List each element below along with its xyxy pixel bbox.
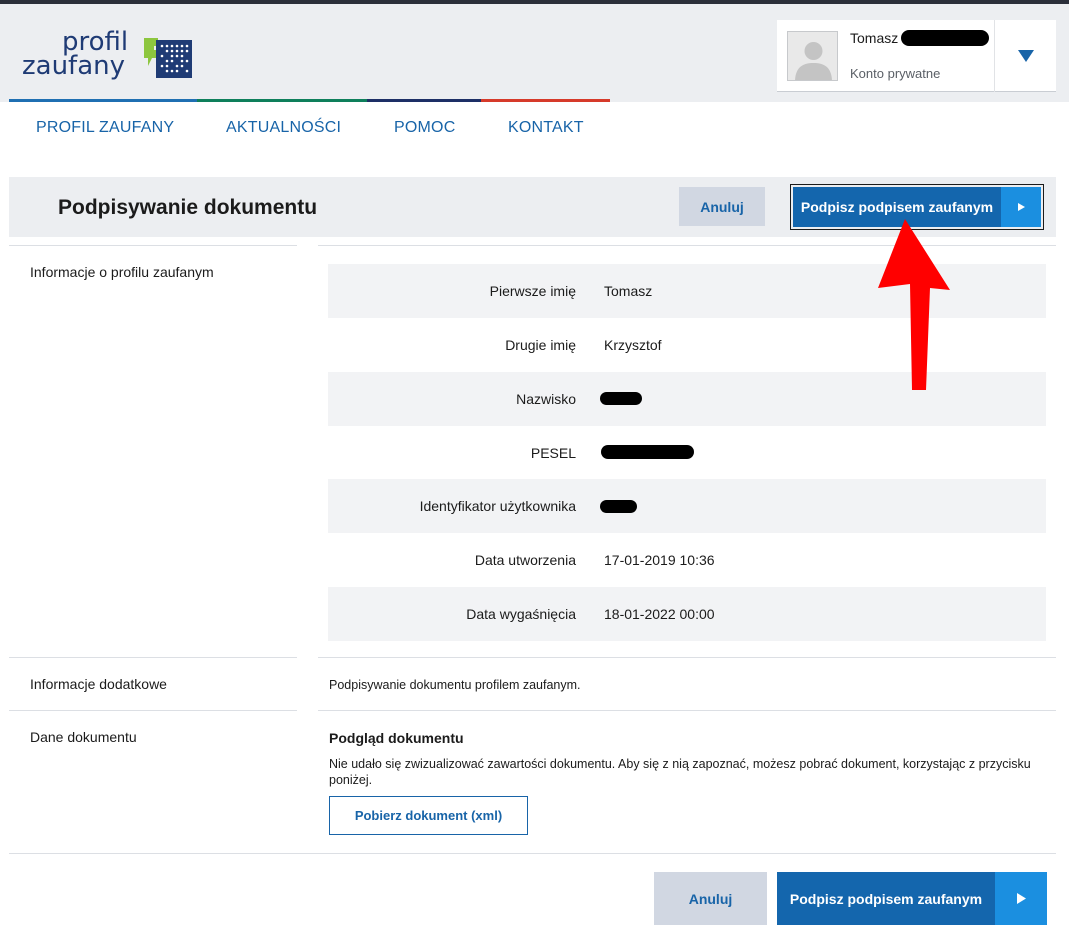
info-key: Drugie imię <box>505 337 576 353</box>
info-value: Tomasz <box>604 283 653 299</box>
info-row-expires: Data wygaśnięcia 18-01-2022 00:00 <box>328 587 1046 641</box>
divider <box>318 657 1056 658</box>
footer-sign-button[interactable]: Podpisz podpisem zaufanym <box>777 872 1047 925</box>
user-account-box[interactable]: Tomasz Konto prywatne <box>777 20 1056 92</box>
user-menu-toggle[interactable] <box>995 20 1056 92</box>
download-document-button[interactable]: Pobierz dokument (xml) <box>329 796 528 835</box>
footer-cancel-button[interactable]: Anuluj <box>654 872 767 925</box>
cancel-button[interactable]: Anuluj <box>679 187 765 226</box>
account-type: Konto prywatne <box>850 66 941 81</box>
divider <box>9 853 1056 854</box>
info-value: Krzysztof <box>604 337 662 353</box>
play-arrow-icon <box>995 872 1047 925</box>
divider <box>9 245 297 246</box>
user-name: Tomasz <box>850 30 899 46</box>
info-row-user-id: Identyfikator użytkownika <box>328 479 1046 533</box>
nav-item-kontakt[interactable]: KONTAKT <box>508 119 584 137</box>
extra-info-label: Informacje dodatkowe <box>30 676 167 692</box>
profil-zaufany-logo[interactable]: profil zaufany <box>22 29 202 86</box>
info-row-pesel: PESEL <box>328 426 1046 480</box>
info-key: PESEL <box>530 445 576 461</box>
page-title: Podpisywanie dokumentu <box>58 196 318 219</box>
divider <box>9 710 297 711</box>
document-data-label: Dane dokumentu <box>30 729 137 745</box>
redacted-surname <box>901 30 989 46</box>
info-row-created: Data utworzenia 17-01-2019 10:36 <box>328 533 1046 587</box>
preview-text: Nie udało się zwizualizować zawartości d… <box>329 757 1031 787</box>
info-key: Pierwsze imię <box>489 283 576 299</box>
user-avatar-icon <box>787 31 838 81</box>
redacted-user-id <box>600 500 637 513</box>
triangle-down-icon <box>1017 50 1034 62</box>
redacted-pesel <box>601 445 694 459</box>
profile-info-label: Informacje o profilu zaufanym <box>30 264 214 280</box>
info-key: Data wygaśnięcia <box>466 606 576 622</box>
divider <box>318 710 1056 711</box>
red-arrow-icon <box>878 219 950 390</box>
info-key: Data utworzenia <box>474 552 576 568</box>
redacted-surname <box>600 392 642 405</box>
main-nav: PROFIL ZAUFANY AKTUALNOŚCI POMOC KONTAKT <box>0 102 1069 152</box>
info-value: 17-01-2019 10:36 <box>604 552 715 568</box>
site-header: profil zaufany Tomasz Konto prywatne <box>0 4 1069 102</box>
sign-button-label: Podpisz podpisem zaufanym <box>789 890 983 907</box>
info-key: Nazwisko <box>516 391 576 407</box>
preview-title: Podgląd dokumentu <box>329 730 464 746</box>
nav-item-profil-zaufany[interactable]: PROFIL ZAUFANY <box>36 119 174 137</box>
info-key: Identyfikator użytkownika <box>419 498 576 514</box>
logo-text: profil zaufany <box>22 29 128 81</box>
play-arrow-icon <box>1001 187 1041 227</box>
info-value: 18-01-2022 00:00 <box>604 606 715 622</box>
divider <box>9 657 297 658</box>
nav-item-pomoc[interactable]: POMOC <box>394 119 455 137</box>
logo-line-2: zaufany <box>22 51 126 81</box>
extra-info-text: Podpisywanie dokumentu profilem zaufanym… <box>329 678 581 692</box>
nav-item-aktualnosci[interactable]: AKTUALNOŚCI <box>226 119 341 137</box>
profil-zaufany-mark-icon <box>144 38 192 78</box>
